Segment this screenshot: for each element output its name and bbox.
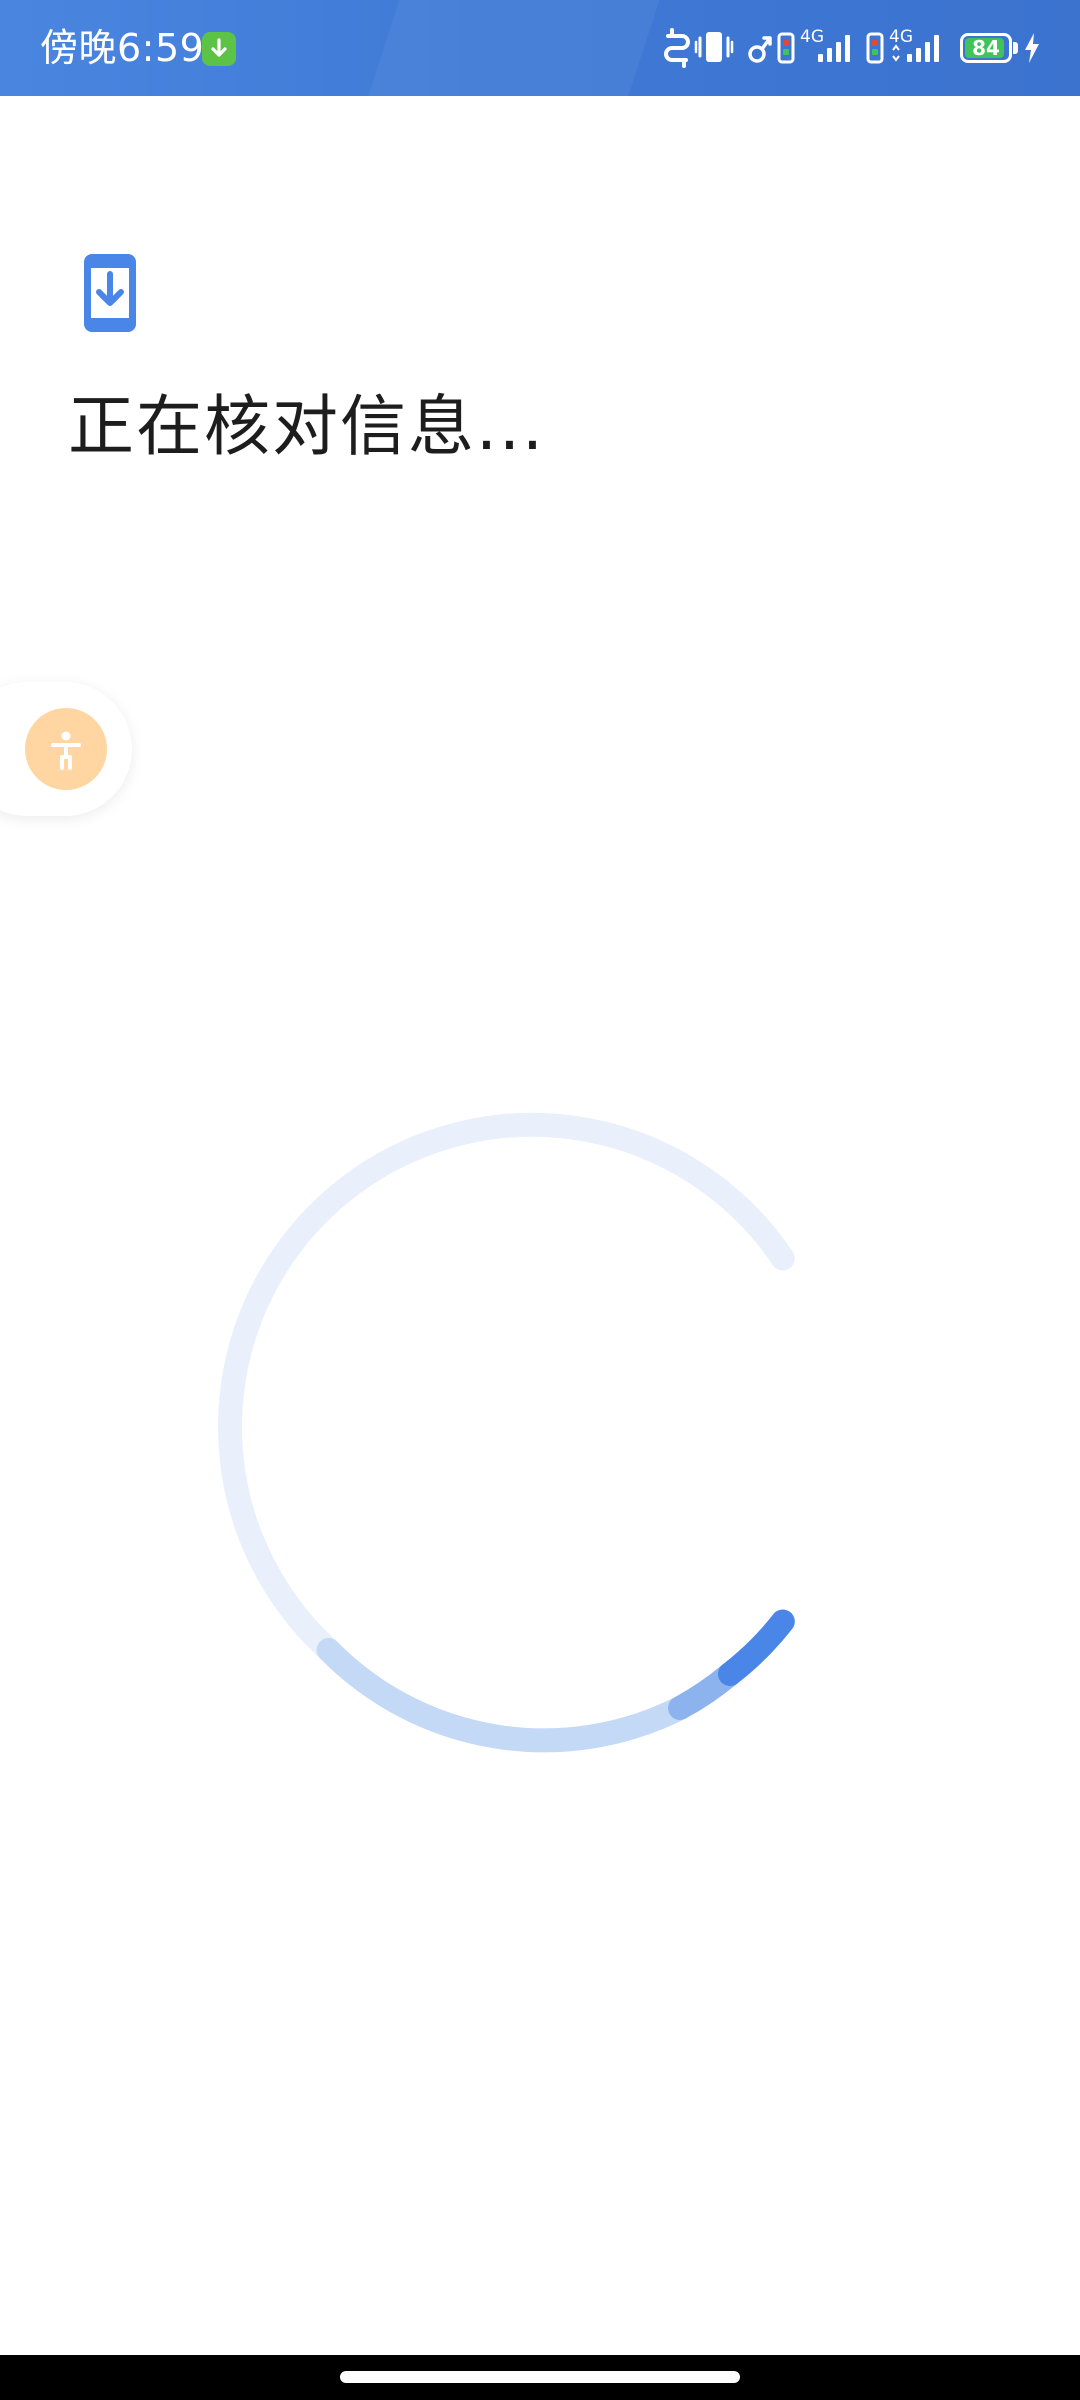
spinner-head	[718, 1609, 795, 1686]
loading-spinner	[218, 1112, 795, 1753]
bluetooth-headset-icon	[748, 36, 772, 63]
battery-nub	[1013, 42, 1018, 54]
sim-card-icon	[777, 32, 795, 64]
svg-text:4G: 4G	[800, 27, 824, 47]
accessibility-button[interactable]	[25, 708, 107, 790]
battery-level: 84	[972, 36, 1000, 60]
vibrate-icon	[694, 32, 734, 62]
download-icon	[202, 32, 236, 66]
spinner-track	[218, 1112, 795, 1662]
page-title: 正在核对信息...	[68, 388, 545, 465]
status-time: 傍晚6:59	[40, 26, 205, 70]
status-bar: 傍晚6:59 4G 4G 84	[0, 0, 1080, 96]
screen: 傍晚6:59 4G 4G 84 正在核对信息...	[0, 0, 1080, 2400]
accessibility-icon	[51, 731, 81, 770]
nfc-icon	[664, 28, 690, 68]
status-bar-sheen	[347, 0, 673, 96]
spinner-trail	[316, 1638, 692, 1753]
home-indicator[interactable]	[340, 2371, 740, 2383]
charging-icon	[1025, 33, 1039, 63]
svg-text:4G: 4G	[889, 27, 913, 47]
navigation-bar	[0, 2355, 1080, 2400]
battery-icon: 84	[960, 33, 1012, 63]
phone-download-icon	[84, 254, 136, 332]
sim-card-icon	[866, 32, 884, 64]
